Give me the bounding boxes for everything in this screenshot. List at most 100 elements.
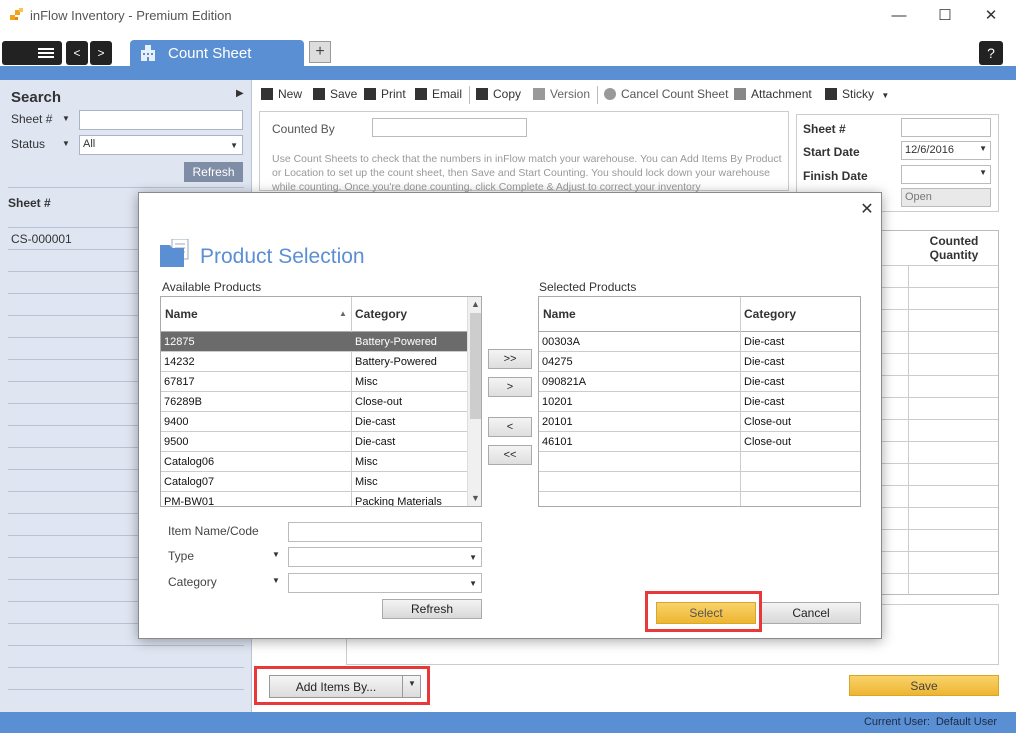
- table-row[interactable]: PM-BW01 Packing Materials: [161, 492, 467, 506]
- email-button[interactable]: Email: [415, 87, 462, 101]
- save-button[interactable]: Save: [849, 675, 999, 696]
- table-row[interactable]: 9400 Die-cast: [161, 412, 467, 432]
- column-header-category[interactable]: Category: [351, 297, 467, 331]
- search-refresh-button[interactable]: Refresh: [184, 162, 243, 182]
- finish-date-label: Finish Date: [803, 169, 868, 183]
- cell-name: 9500: [164, 436, 189, 448]
- save-label: Save: [330, 87, 358, 101]
- sheet-filter-input[interactable]: [79, 110, 243, 130]
- close-dialog-button[interactable]: ✕: [859, 199, 875, 218]
- save-toolbar-button[interactable]: Save: [313, 87, 357, 101]
- column-header-name[interactable]: Name ▲: [161, 297, 351, 331]
- available-products-table: Name ▲ Category 12875 Battery-Powered 14…: [160, 296, 482, 507]
- cancel-button[interactable]: Cancel: [761, 602, 861, 624]
- help-button[interactable]: ?: [979, 41, 1003, 65]
- toolbar-separator: [469, 86, 470, 104]
- move-all-left-button[interactable]: <<: [488, 445, 532, 465]
- dialog-title: Product Selection: [200, 245, 365, 268]
- count-sheet-form: Counted By Use Count Sheets to check tha…: [259, 111, 789, 193]
- column-header-name[interactable]: Name: [539, 297, 740, 331]
- table-row[interactable]: 12875 Battery-Powered: [161, 332, 467, 352]
- highlight-select: [645, 591, 762, 632]
- print-button[interactable]: Print: [364, 87, 406, 101]
- scrollbar-thumb[interactable]: [470, 313, 481, 419]
- chevron-down-icon: ▼: [469, 579, 477, 588]
- close-window-button[interactable]: ✕: [968, 4, 1014, 28]
- scroll-down-icon[interactable]: ▼: [471, 493, 480, 503]
- table-row[interactable]: 20101 Close-out: [539, 412, 860, 432]
- cell-category: Die-cast: [744, 376, 785, 388]
- move-left-button[interactable]: <: [488, 417, 532, 437]
- selected-products-label: Selected Products: [539, 280, 637, 294]
- filter-item-input[interactable]: [288, 522, 482, 542]
- table-row[interactable]: 67817 Misc: [161, 372, 467, 392]
- start-date-input[interactable]: 12/6/2016 ▼: [901, 141, 991, 160]
- sheet-filter-caret-icon[interactable]: ▼: [62, 114, 70, 123]
- building-icon: [141, 45, 155, 61]
- status-filter-select[interactable]: All ▼: [79, 135, 243, 155]
- filter-category-caret-icon[interactable]: ▼: [272, 576, 280, 585]
- table-row[interactable]: 04275 Die-cast: [539, 352, 860, 372]
- cell-name: 9400: [164, 416, 189, 428]
- maximize-button[interactable]: ☐: [922, 4, 968, 28]
- tab-bar: < > Count Sheet + ?: [0, 38, 1016, 66]
- filter-type-select[interactable]: ▼: [288, 547, 482, 567]
- column-header-category[interactable]: Category: [740, 297, 860, 331]
- table-row[interactable]: 76289B Close-out: [161, 392, 467, 412]
- main-toolbar: New Save Print Email Copy Version Cancel…: [255, 84, 1015, 106]
- table-row[interactable]: 9500 Die-cast: [161, 432, 467, 452]
- paperclip-icon: [734, 88, 746, 100]
- cell-category: Close-out: [744, 436, 792, 448]
- table-row[interactable]: 14232 Battery-Powered: [161, 352, 467, 372]
- table-row[interactable]: 00303A Die-cast: [539, 332, 860, 352]
- hamburger-icon-line: [38, 56, 54, 58]
- counted-by-label: Counted By: [272, 122, 335, 136]
- forward-button[interactable]: >: [90, 41, 112, 65]
- tab-count-sheet[interactable]: Count Sheet: [130, 40, 304, 66]
- hamburger-menu-button[interactable]: [2, 41, 62, 65]
- cancel-count-sheet-button[interactable]: Cancel Count Sheet: [604, 87, 728, 101]
- sheet-number-label: Sheet #: [803, 122, 846, 136]
- new-icon: [261, 88, 273, 100]
- back-button[interactable]: <: [66, 41, 88, 65]
- chevron-down-icon: ▼: [979, 144, 987, 153]
- toolbar-separator: [597, 86, 598, 104]
- minimize-button[interactable]: —: [876, 4, 922, 28]
- table-row[interactable]: 10201 Die-cast: [539, 392, 860, 412]
- new-button[interactable]: New: [261, 87, 302, 101]
- filter-category-select[interactable]: ▼: [288, 573, 482, 593]
- move-right-button[interactable]: >: [488, 377, 532, 397]
- cell-name: 10201: [542, 396, 573, 408]
- hamburger-icon-line: [38, 52, 54, 54]
- filter-type-caret-icon[interactable]: ▼: [272, 550, 280, 559]
- collapse-panel-icon[interactable]: ▶: [236, 88, 244, 99]
- current-user-value: Default User: [935, 716, 997, 728]
- cell-name: 090821A: [542, 376, 587, 388]
- hamburger-icon: [38, 48, 54, 50]
- sticky-button[interactable]: Sticky ▼: [825, 87, 889, 101]
- chevron-down-icon: ▼: [230, 141, 238, 150]
- finish-date-input[interactable]: ▼: [901, 165, 991, 184]
- table-row[interactable]: Catalog06 Misc: [161, 452, 467, 472]
- move-all-right-button[interactable]: >>: [488, 349, 532, 369]
- table-row[interactable]: Catalog07 Misc: [161, 472, 467, 492]
- print-icon: [364, 88, 376, 100]
- table-row-empty: [539, 472, 860, 492]
- dialog-refresh-button[interactable]: Refresh: [382, 599, 482, 619]
- available-scrollbar[interactable]: ▲ ▼: [467, 297, 481, 506]
- cell-name: 04275: [542, 356, 573, 368]
- scroll-up-icon[interactable]: ▲: [471, 299, 480, 309]
- add-tab-button[interactable]: +: [309, 41, 331, 63]
- table-row[interactable]: 090821A Die-cast: [539, 372, 860, 392]
- version-button[interactable]: Version: [533, 87, 590, 101]
- cell-category: Die-cast: [744, 396, 785, 408]
- status-filter-caret-icon[interactable]: ▼: [62, 139, 70, 148]
- attachment-button[interactable]: Attachment: [734, 87, 812, 101]
- table-row-empty: [539, 452, 860, 472]
- chevron-down-icon: ▼: [469, 553, 477, 562]
- table-row[interactable]: 46101 Close-out: [539, 432, 860, 452]
- counted-by-input[interactable]: [372, 118, 527, 137]
- copy-button[interactable]: Copy: [476, 87, 521, 101]
- sheet-number-input[interactable]: [901, 118, 991, 137]
- cell-name: 20101: [542, 416, 573, 428]
